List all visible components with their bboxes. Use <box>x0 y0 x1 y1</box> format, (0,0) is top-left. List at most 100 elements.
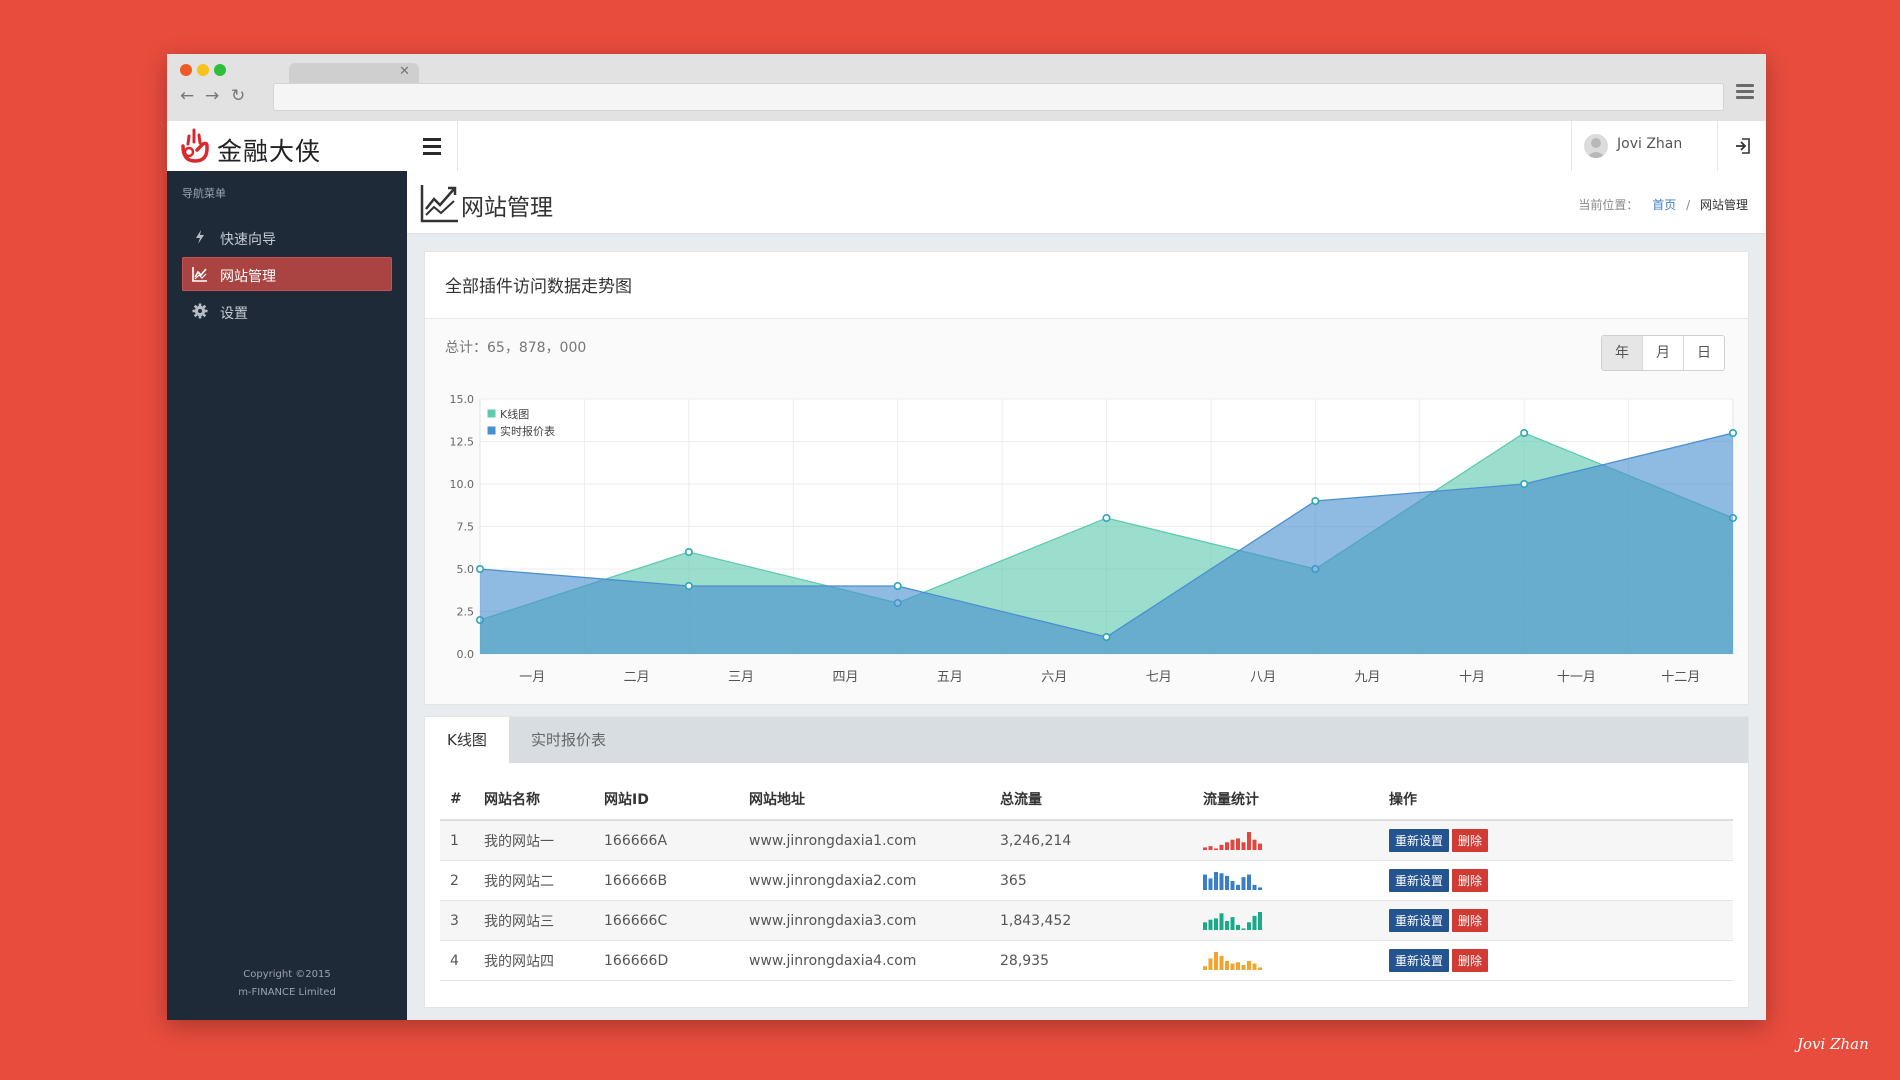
sparkline-bar <box>1203 921 1207 930</box>
y-tick-label: 0.0 <box>457 648 475 661</box>
sites-table: # 网站名称 网站ID 网站地址 总流量 流量统计 操作 1 我的网站一 166… <box>440 779 1733 981</box>
data-point <box>1102 514 1111 523</box>
forward-icon[interactable]: → <box>205 86 219 106</box>
breadcrumb-separator: / <box>1686 198 1691 212</box>
back-icon[interactable]: ← <box>180 86 194 106</box>
site-traffic: 28,935 <box>990 940 1193 981</box>
tab-bar: K线图 实时报价表 <box>425 717 1748 763</box>
data-point <box>1520 480 1529 489</box>
x-tick-label: 三月 <box>728 670 754 685</box>
sparkline-bar <box>1208 877 1213 890</box>
sidebar-item-label: 快速向导 <box>220 232 276 248</box>
traffic-sparkline <box>1203 831 1262 850</box>
reset-button[interactable]: 重新设置 <box>1389 829 1450 852</box>
menu-toggle-icon[interactable] <box>423 138 441 155</box>
col-num: # <box>440 779 474 821</box>
legend-swatch <box>486 408 497 419</box>
y-tick-label: 7.5 <box>457 521 475 534</box>
sparkline-bar <box>1236 884 1240 890</box>
x-tick-label: 二月 <box>624 670 650 685</box>
delete-button[interactable]: 删除 <box>1452 829 1489 852</box>
sparkline-bar <box>1252 915 1257 930</box>
reload-icon[interactable]: ↻ <box>231 86 245 106</box>
address-bar[interactable] <box>273 83 1724 111</box>
sparkline-bar <box>1241 876 1246 890</box>
main-content: 网站管理 当前位置： 首页 / 网站管理 全部插件访问数据走势图 总计：65，8… <box>407 171 1766 1020</box>
traffic-sparkline <box>1203 871 1262 890</box>
delete-button[interactable]: 删除 <box>1452 869 1489 892</box>
traffic-sparkline-cell <box>1193 940 1379 981</box>
delete-button[interactable]: 删除 <box>1452 949 1489 972</box>
sparkline-bar <box>1247 831 1251 850</box>
sidebar-item-site-management[interactable]: 网站管理 <box>182 257 392 291</box>
col-name: 网站名称 <box>474 779 594 821</box>
browser-menu-icon[interactable] <box>1736 84 1754 104</box>
sparkline-bar <box>1236 924 1240 930</box>
site-id: 166666C <box>594 900 739 941</box>
logo-text: 金融大侠 <box>217 137 322 166</box>
sparkline-bar <box>1241 841 1246 850</box>
data-point <box>1520 429 1529 438</box>
data-point <box>893 582 902 591</box>
site-url: www.jinrongdaxia4.com <box>739 940 990 981</box>
sparkline-bar <box>1247 960 1251 970</box>
x-tick-label: 八月 <box>1250 670 1276 685</box>
x-tick-label: 一月 <box>519 670 545 685</box>
sparkline-bar <box>1208 957 1213 970</box>
copyright-line: Copyright ©2015 <box>243 969 331 980</box>
y-tick-label: 10.0 <box>450 478 475 491</box>
chart-card-body: 总计：65，878，000 年 月 日 0.0 2.5 5.0 7.5 10.0 12.5… <box>425 319 1748 704</box>
breadcrumb-home-link[interactable]: 首页 <box>1652 198 1676 212</box>
logout-icon[interactable] <box>1717 121 1766 171</box>
sparkline-bar <box>1219 955 1224 970</box>
sidebar-item-settings[interactable]: 设置 <box>182 294 392 328</box>
tab-close-icon[interactable]: ✕ <box>399 64 410 79</box>
sparkline-bar <box>1208 845 1213 850</box>
traffic-sparkline <box>1203 951 1262 970</box>
col-id: 网站ID <box>594 779 739 821</box>
x-tick-label: 七月 <box>1146 670 1172 685</box>
tab-kline[interactable]: K线图 <box>425 717 509 763</box>
chart-card-title: 全部插件访问数据走势图 <box>445 277 632 297</box>
sparkline-bar <box>1214 871 1218 890</box>
sparkline-bar <box>1225 875 1229 890</box>
data-point <box>475 565 484 574</box>
topbar-divider <box>457 121 458 171</box>
browser-chrome: ✕ ← → ↻ <box>167 54 1766 122</box>
row-actions: 重新设置 删除 <box>1379 820 1733 861</box>
sparkline-bar <box>1230 916 1235 930</box>
user-menu[interactable]: Jovi Zhan <box>1571 121 1718 171</box>
col-actions: 操作 <box>1379 779 1733 821</box>
site-name: 我的网站四 <box>474 940 594 981</box>
sparkline-bar <box>1214 848 1218 850</box>
chart-card: 全部插件访问数据走势图 总计：65，878，000 年 月 日 0.0 2.5 5.… <box>424 251 1749 705</box>
sidebar-item-quick-guide[interactable]: 快速向导 <box>182 220 392 254</box>
site-url: www.jinrongdaxia3.com <box>739 900 990 941</box>
table-row: 2 我的网站二 166666B www.jinrongdaxia2.com 36… <box>440 860 1733 901</box>
minimize-window-dot[interactable] <box>197 64 209 76</box>
table-row: 3 我的网站三 166666C www.jinrongdaxia3.com 1,… <box>440 900 1733 941</box>
logo[interactable]: 金融大侠 <box>167 121 408 171</box>
author-signature: Jovi Zhan <box>1797 1035 1869 1053</box>
data-point <box>684 548 693 557</box>
area-chart: 0.0 2.5 5.0 7.5 10.0 12.5 15.0 一月 二月 三月 四月 五月 六月 七月 八月… <box>450 393 1738 685</box>
close-window-dot[interactable] <box>180 64 192 76</box>
copyright: Copyright ©2015 m-FINANCE Limited <box>167 966 407 1002</box>
data-point <box>1311 497 1320 506</box>
reset-button[interactable]: 重新设置 <box>1389 949 1450 972</box>
sparkline-bar <box>1236 837 1240 850</box>
tab-realtime-quote[interactable]: 实时报价表 <box>509 717 628 763</box>
reset-button[interactable]: 重新设置 <box>1389 909 1450 932</box>
sparkline-bar <box>1247 874 1251 890</box>
traffic-sparkline-cell <box>1193 860 1379 901</box>
chart-line-icon <box>192 266 210 284</box>
copyright-company: m-FINANCE Limited <box>238 987 336 998</box>
nav-heading: 导航菜单 <box>182 187 226 200</box>
delete-button[interactable]: 删除 <box>1452 909 1489 932</box>
breadcrumb-label: 当前位置： <box>1578 198 1639 212</box>
top-bar: Jovi Zhan <box>407 121 1766 172</box>
reset-button[interactable]: 重新设置 <box>1389 869 1450 892</box>
sparkline-bar <box>1219 872 1224 890</box>
maximize-window-dot[interactable] <box>214 64 226 76</box>
x-tick-label: 六月 <box>1041 670 1067 685</box>
